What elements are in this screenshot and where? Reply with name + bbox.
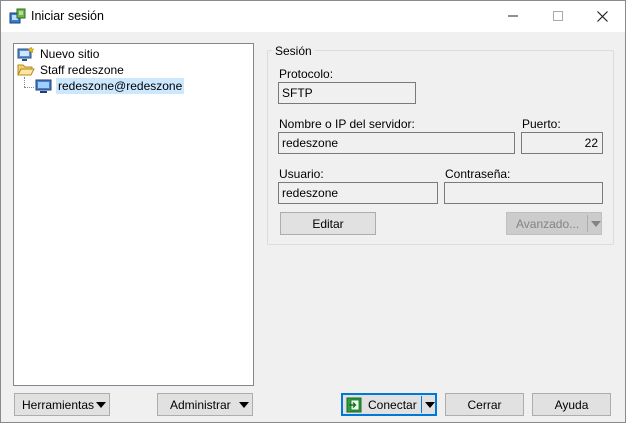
window-title: Iniciar sesión — [31, 9, 104, 23]
session-legend: Sesión — [272, 44, 315, 58]
tree-item-label: redeszone@redeszone — [56, 78, 185, 94]
folder-open-icon — [17, 64, 35, 76]
chevron-down-icon — [96, 402, 106, 408]
site-tree[interactable]: Nuevo sitio Staff redeszone redeszone@re… — [13, 43, 254, 386]
winscp-app-icon — [9, 8, 26, 24]
tree-item-site[interactable]: redeszone@redeszone — [35, 78, 185, 94]
tools-button[interactable]: Herramientas — [14, 393, 110, 416]
close-window-button[interactable] — [580, 1, 625, 31]
user-field[interactable]: redeszone — [278, 182, 438, 204]
manage-button-label: Administrar — [170, 397, 231, 412]
login-dialog: Iniciar sesión Nuevo sitio Staff redeszo… — [0, 0, 626, 423]
user-label: Usuario: — [279, 167, 324, 181]
close-icon — [597, 10, 608, 22]
manage-button[interactable]: Administrar — [157, 393, 253, 416]
host-field[interactable]: redeszone — [278, 132, 515, 154]
tree-item-label: Nuevo sitio — [40, 47, 100, 61]
help-button-label: Ayuda — [554, 397, 589, 412]
split-separator — [587, 215, 588, 232]
host-label: Nombre o IP del servidor: — [279, 117, 415, 131]
computer-icon — [35, 79, 52, 93]
close-button[interactable]: Cerrar — [445, 393, 524, 416]
login-icon — [346, 397, 362, 412]
port-field[interactable]: 22 — [521, 132, 603, 154]
connect-button[interactable]: Conectar — [341, 393, 437, 416]
tools-button-label: Herramientas — [22, 397, 95, 412]
edit-button-label: Editar — [312, 216, 344, 231]
password-field[interactable] — [444, 182, 603, 204]
advanced-button-label: Avanzado... — [516, 216, 580, 231]
maximize-icon — [552, 11, 563, 21]
chevron-down-icon[interactable] — [591, 221, 601, 227]
tree-item-label: Staff redeszone — [40, 63, 124, 77]
chevron-down-icon — [239, 402, 249, 408]
password-label: Contraseña: — [445, 167, 511, 181]
port-label: Puerto: — [522, 117, 561, 131]
edit-button[interactable]: Editar — [280, 212, 376, 235]
help-button[interactable]: Ayuda — [532, 393, 611, 416]
tree-connector — [24, 77, 25, 87]
connect-button-label: Conectar — [368, 397, 417, 412]
protocol-label: Protocolo: — [279, 67, 334, 81]
close-button-label: Cerrar — [467, 397, 502, 412]
new-site-icon — [17, 46, 35, 61]
advanced-button[interactable]: Avanzado... — [506, 212, 602, 235]
minimize-button[interactable] — [490, 1, 535, 31]
protocol-field[interactable]: SFTP — [278, 82, 416, 104]
maximize-button[interactable] — [535, 1, 580, 31]
tree-item-new-site[interactable]: Nuevo sitio — [17, 46, 101, 62]
minimize-icon — [507, 15, 518, 17]
split-separator — [421, 396, 422, 413]
title-bar: Iniciar sesión — [1, 1, 625, 32]
tree-connector — [24, 87, 34, 88]
chevron-down-icon[interactable] — [425, 402, 435, 408]
tree-item-folder[interactable]: Staff redeszone — [17, 62, 126, 78]
